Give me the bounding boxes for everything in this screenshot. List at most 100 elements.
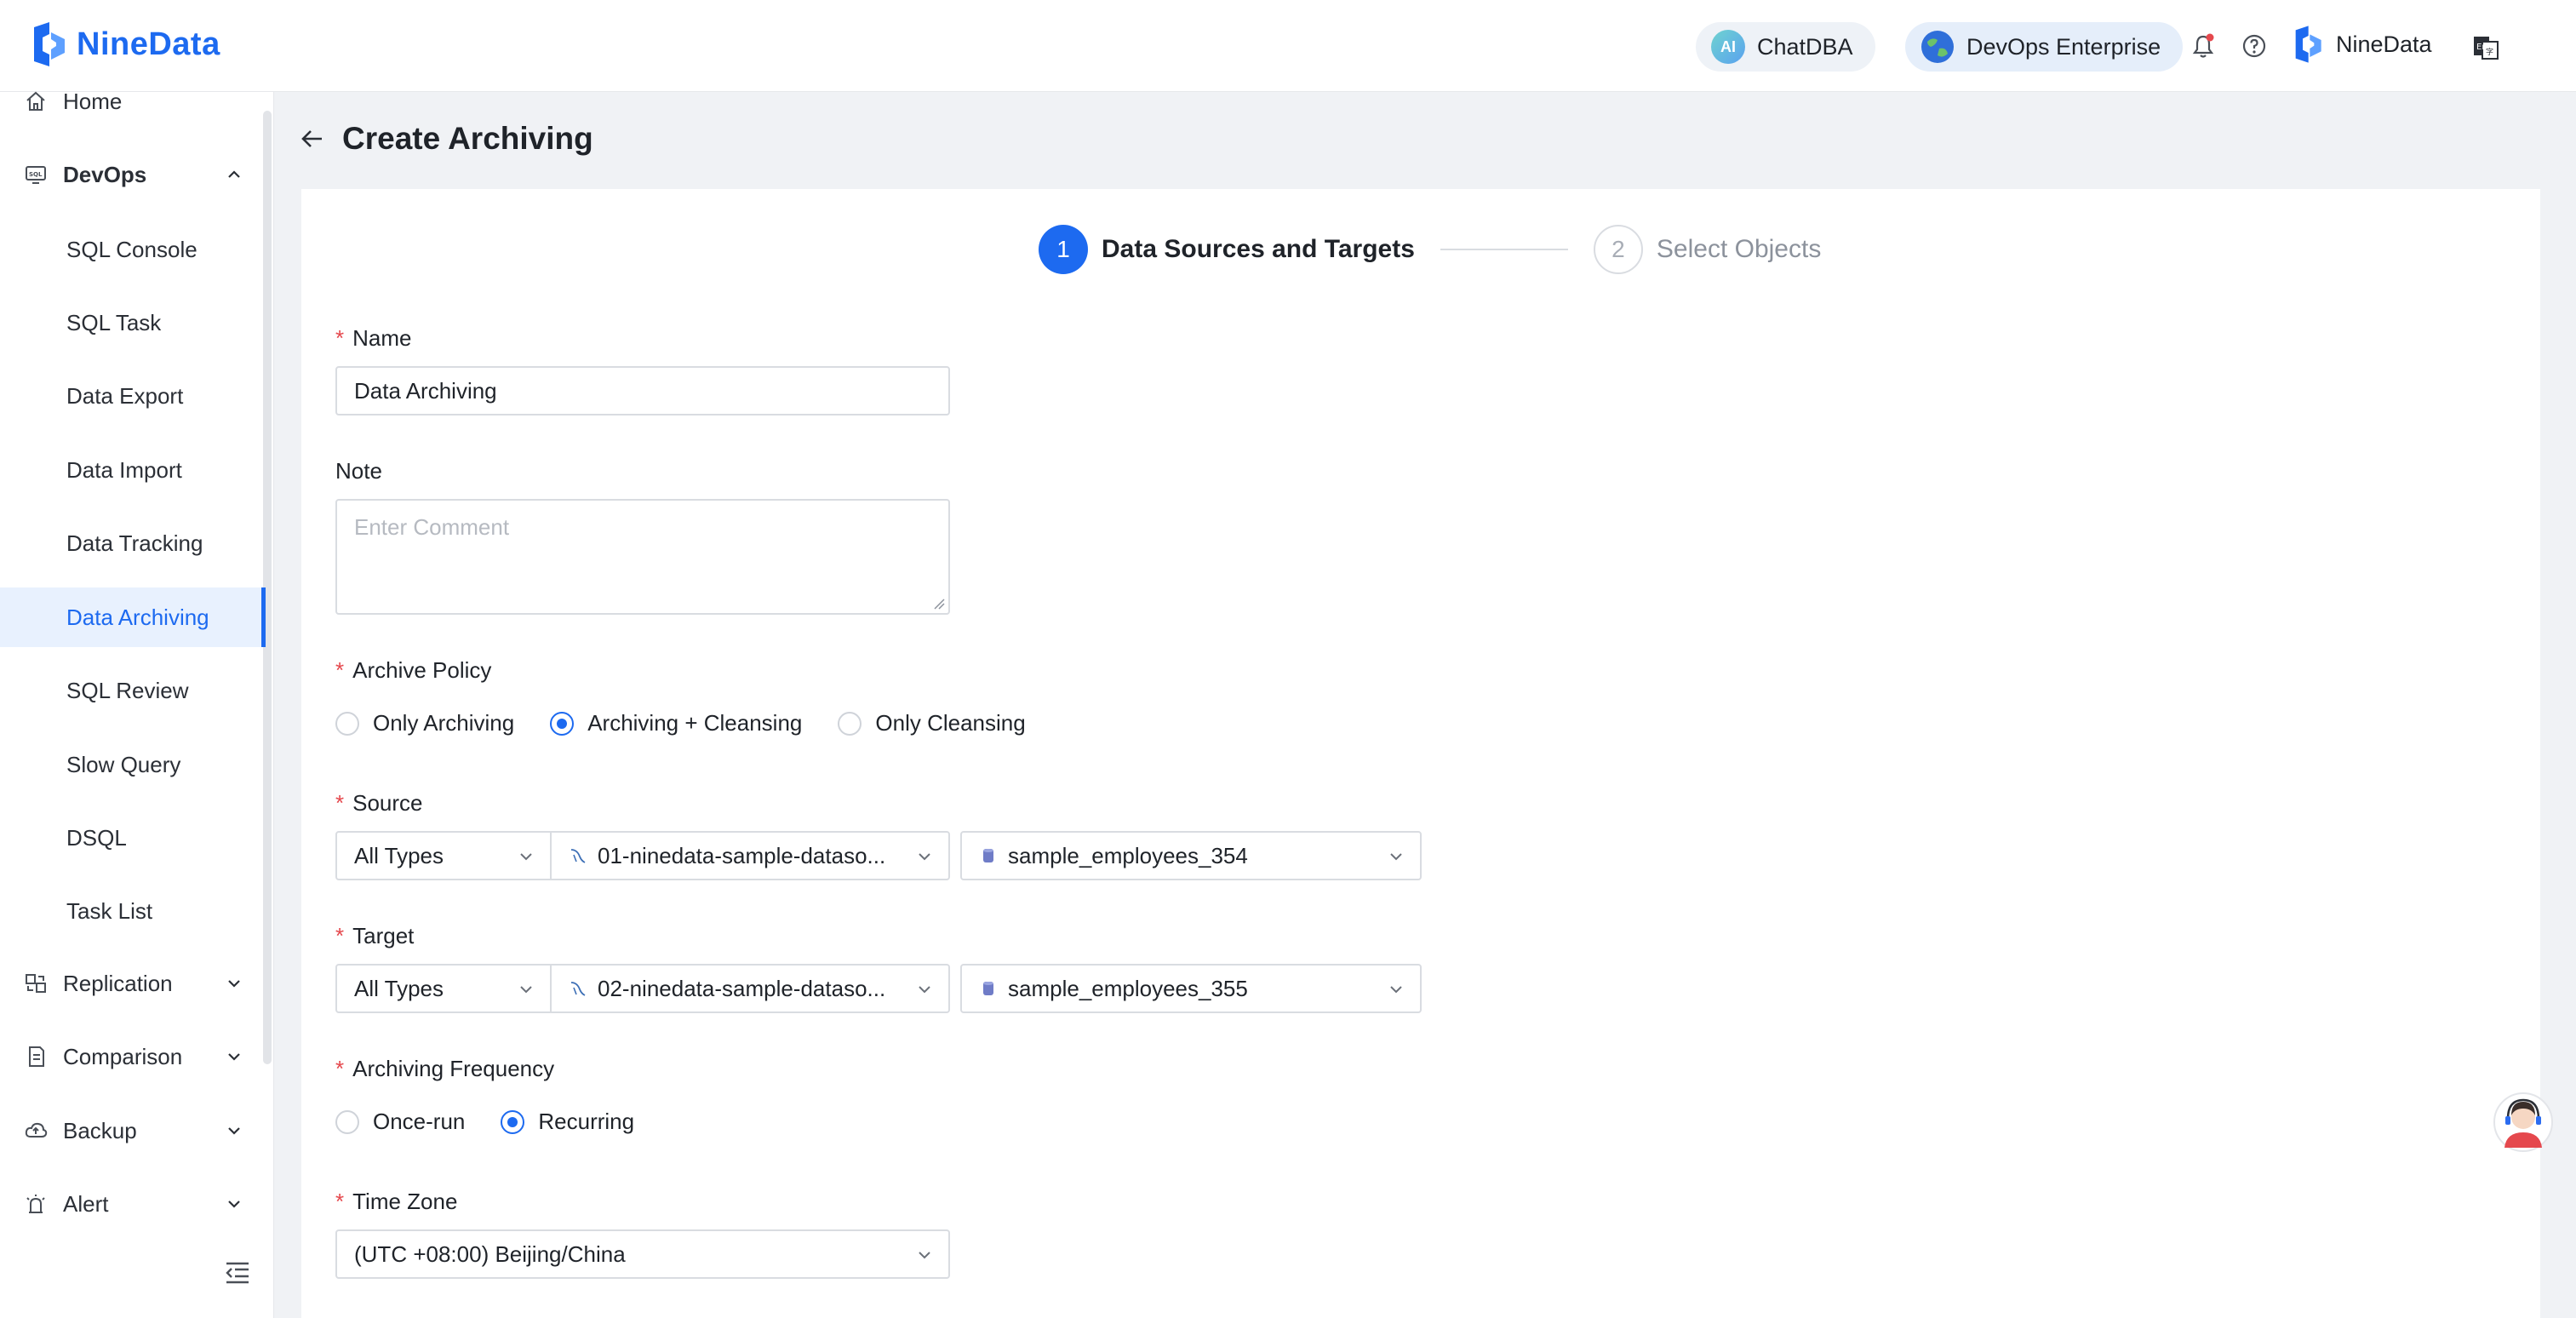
sidebar-item-label: Slow Query	[66, 751, 181, 777]
chevron-down-icon	[919, 986, 930, 994]
sidebar-item-backup[interactable]: Backup	[0, 1101, 266, 1160]
user-avatar-icon	[2295, 26, 2321, 63]
main-content: Create Archiving 1 Data Sources and Targ…	[274, 92, 2576, 1318]
sidebar-item-sql-console[interactable]: SQL Console	[0, 220, 266, 279]
source-label: * Source	[335, 790, 423, 816]
language-switch-icon[interactable]: En 字	[2472, 34, 2499, 61]
brand-name: NineData	[77, 26, 220, 62]
select-value: sample_employees_355	[1008, 975, 1248, 1001]
chevron-down-icon	[1390, 986, 1402, 994]
note-textarea[interactable]: Enter Comment	[335, 499, 950, 615]
timezone-label: * Time Zone	[335, 1189, 458, 1214]
sidebar: Home SQL DevOps SQL Console SQL Task Dat…	[0, 89, 274, 1318]
timezone-select[interactable]: (UTC +08:00) Beijing/China	[335, 1229, 950, 1279]
home-icon	[26, 91, 45, 111]
select-value: All Types	[354, 975, 444, 1001]
edition-switcher[interactable]: DevOps Enterprise	[1905, 22, 2184, 72]
ninedata-logo-icon	[34, 22, 65, 66]
sidebar-item-data-export[interactable]: Data Export	[0, 366, 266, 426]
sidebar-item-label: Task List	[66, 897, 153, 924]
step-2-label: Select Objects	[1656, 235, 1822, 263]
archive-policy-label: * Archive Policy	[335, 657, 492, 683]
select-value: 02-ninedata-sample-dataso...	[598, 975, 886, 1001]
edition-label: DevOps Enterprise	[1966, 33, 2161, 60]
sidebar-item-label: Home	[63, 88, 123, 114]
chevron-down-icon	[228, 1127, 240, 1135]
target-label: * Target	[335, 923, 415, 948]
sidebar-item-data-archiving[interactable]: Data Archiving	[0, 587, 266, 647]
sidebar-item-home[interactable]: Home	[0, 72, 266, 131]
source-type-select[interactable]: All Types	[335, 831, 552, 880]
replication-icon	[26, 974, 46, 993]
mysql-dolphin-icon	[570, 849, 586, 863]
chevron-down-icon	[228, 980, 240, 988]
name-label: * Name	[335, 325, 412, 351]
cloud-backup-icon	[25, 1122, 48, 1137]
brand-logo[interactable]: NineData	[27, 22, 220, 66]
sidebar-item-devops[interactable]: SQL DevOps	[0, 145, 266, 204]
user-menu[interactable]: NineData	[2290, 26, 2432, 63]
sidebar-item-comparison[interactable]: Comparison	[0, 1027, 266, 1086]
sidebar-item-label: Data Tracking	[66, 530, 203, 556]
sidebar-item-label: SQL Task	[66, 309, 162, 335]
chevron-down-icon	[520, 986, 532, 994]
sidebar-item-label: Data Archiving	[66, 604, 209, 630]
help-icon[interactable]	[2241, 32, 2268, 60]
step-1-indicator: 1	[1039, 225, 1088, 274]
target-type-select[interactable]: All Types	[335, 964, 552, 1013]
radio-circle	[335, 711, 359, 736]
sidebar-item-label: Data Import	[66, 456, 182, 483]
radio-circle-selected	[550, 711, 575, 736]
chevron-down-icon	[520, 853, 532, 861]
svg-text:字: 字	[2486, 47, 2493, 57]
step-2-indicator: 2	[1593, 225, 1643, 274]
sidebar-item-slow-query[interactable]: Slow Query	[0, 735, 266, 794]
back-arrow-icon[interactable]	[300, 126, 325, 152]
support-assistant-icon[interactable]	[2493, 1088, 2554, 1156]
bell-icon[interactable]	[2190, 32, 2217, 60]
svg-text:SQL: SQL	[29, 171, 43, 178]
sidebar-item-label: SQL Console	[66, 236, 197, 262]
mysql-dolphin-icon	[570, 982, 586, 996]
frequency-radio-group: Once-run Recurring	[335, 1109, 670, 1135]
chevron-down-icon	[919, 1252, 930, 1259]
alarm-icon	[26, 1195, 45, 1213]
note-label: Note	[335, 458, 382, 484]
sidebar-item-alert[interactable]: Alert	[0, 1174, 266, 1234]
chevron-down-icon	[919, 853, 930, 861]
sidebar-item-sql-review[interactable]: SQL Review	[0, 661, 266, 720]
sidebar-item-replication[interactable]: Replication	[0, 954, 266, 1013]
radio-recurring[interactable]: Recurring	[501, 1109, 634, 1135]
sidebar-item-data-tracking[interactable]: Data Tracking	[0, 513, 266, 573]
comparison-icon	[29, 1046, 44, 1067]
note-placeholder: Enter Comment	[354, 514, 510, 540]
target-database-select[interactable]: sample_employees_355	[960, 964, 1422, 1013]
user-name: NineData	[2336, 31, 2432, 57]
radio-circle-selected	[501, 1109, 525, 1134]
sidebar-item-sql-task[interactable]: SQL Task	[0, 293, 266, 352]
chevron-down-icon	[1390, 853, 1402, 861]
chevron-down-icon	[228, 1201, 240, 1208]
radio-only-cleansing[interactable]: Only Cleansing	[838, 710, 1026, 736]
chatdba-label: ChatDBA	[1757, 33, 1853, 60]
resize-handle-icon[interactable]	[933, 598, 945, 610]
chatdba-button[interactable]: AI ChatDBA	[1696, 22, 1875, 72]
select-value: 01-ninedata-sample-dataso...	[598, 842, 886, 868]
ai-badge-icon: AI	[1711, 30, 1745, 64]
target-datasource-select[interactable]: 02-ninedata-sample-dataso...	[550, 964, 950, 1013]
form-card: 1 Data Sources and Targets 2 Select Obje…	[301, 189, 2540, 1318]
collapse-sidebar-icon[interactable]	[223, 1260, 252, 1286]
radio-only-archiving[interactable]: Only Archiving	[335, 710, 514, 736]
page-title: Create Archiving	[342, 121, 593, 156]
sidebar-item-data-import[interactable]: Data Import	[0, 440, 266, 500]
source-database-select[interactable]: sample_employees_354	[960, 831, 1422, 880]
name-input[interactable]: Data Archiving	[335, 366, 950, 415]
sidebar-item-task-list[interactable]: Task List	[0, 881, 266, 941]
select-value: sample_employees_354	[1008, 842, 1248, 868]
source-datasource-select[interactable]: 01-ninedata-sample-dataso...	[550, 831, 950, 880]
sidebar-item-label: Data Export	[66, 382, 184, 409]
radio-once-run[interactable]: Once-run	[335, 1109, 465, 1135]
select-value: All Types	[354, 842, 444, 868]
radio-archiving-cleansing[interactable]: Archiving + Cleansing	[550, 710, 802, 736]
sidebar-item-dsql[interactable]: DSQL	[0, 808, 266, 868]
